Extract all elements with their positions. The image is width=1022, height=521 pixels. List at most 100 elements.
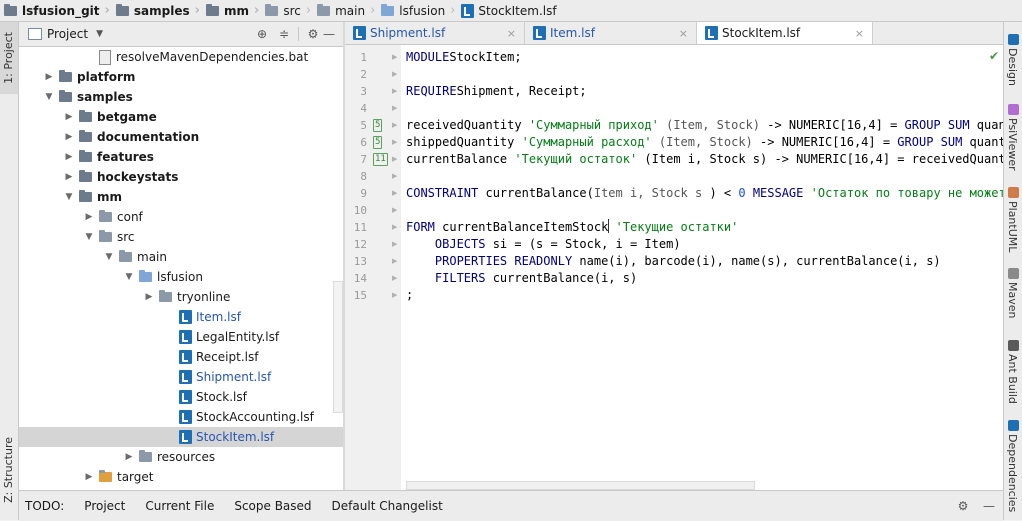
tree-item[interactable]: resolveMavenDependencies.bat: [19, 47, 343, 67]
usage-count-icon[interactable]: 5: [373, 119, 383, 132]
breadcrumb-item[interactable]: mm ›: [202, 0, 261, 21]
todo-gear-icon[interactable]: ⚙: [955, 498, 971, 514]
fold-marker-icon[interactable]: ▶: [392, 117, 398, 134]
tree-scrollbar[interactable]: [333, 281, 343, 413]
tree-item[interactable]: Stock.lsf: [19, 387, 343, 407]
tree-item[interactable]: Shipment.lsf: [19, 367, 343, 387]
lsf-file-icon: [353, 26, 366, 40]
chevron-down-icon[interactable]: ▼: [83, 232, 95, 242]
chevron-right-icon[interactable]: ▶: [43, 72, 55, 82]
code-line: receivedQuantity 'Суммарный приход' (Ite…: [406, 117, 1003, 134]
fold-marker-icon[interactable]: ▶: [392, 202, 398, 219]
lsf-file-icon: [179, 410, 192, 424]
fold-marker-icon[interactable]: ▶: [392, 236, 398, 253]
breadcrumb-item[interactable]: main ›: [313, 0, 377, 21]
code-token: MODULE: [406, 50, 450, 64]
chevron-down-icon[interactable]: ▼: [123, 272, 135, 282]
gear-icon[interactable]: ⚙: [305, 26, 321, 42]
editor-tab[interactable]: Item.lsf ×: [525, 22, 697, 44]
chevron-down-icon[interactable]: ▼: [103, 252, 115, 262]
close-icon[interactable]: ×: [507, 27, 516, 40]
close-icon[interactable]: ×: [855, 27, 864, 40]
tree-item[interactable]: LegalEntity.lsf: [19, 327, 343, 347]
todo-tab[interactable]: Current File: [135, 499, 224, 513]
project-tool-tab[interactable]: 1: Project: [2, 32, 15, 84]
fold-marker-icon[interactable]: ▶: [392, 253, 398, 270]
right-tool-tab[interactable]: PlantUML: [1006, 201, 1019, 252]
tree-item[interactable]: ▶ tryonline: [19, 287, 343, 307]
todo-tab[interactable]: Scope Based: [224, 499, 321, 513]
right-tool-tab[interactable]: Maven: [1006, 282, 1019, 318]
fold-marker-icon[interactable]: ▶: [392, 100, 398, 117]
right-tool-tab[interactable]: Ant Build: [1006, 354, 1019, 404]
chevron-right-icon[interactable]: ▶: [63, 112, 75, 122]
fold-marker-icon[interactable]: ▶: [392, 219, 398, 236]
chevron-down-icon[interactable]: ▼: [63, 192, 75, 202]
chevron-right-icon[interactable]: ▶: [83, 472, 95, 482]
editor-tab[interactable]: StockItem.lsf ×: [697, 22, 873, 44]
fold-marker-icon[interactable]: ▶: [392, 83, 398, 100]
breadcrumb-item[interactable]: lsfusion ›: [377, 0, 457, 21]
tree-item[interactable]: ▶ platform: [19, 67, 343, 87]
code-token: GROUP SUM: [904, 118, 970, 132]
tree-item[interactable]: ▼ main: [19, 247, 343, 267]
chevron-right-icon[interactable]: ▶: [143, 292, 155, 302]
right-tool-tab[interactable]: Dependencies: [1006, 434, 1019, 512]
tree-item[interactable]: Item.lsf: [19, 307, 343, 327]
breadcrumb-item[interactable]: src ›: [261, 0, 313, 21]
tree-item[interactable]: StockAccounting.lsf: [19, 407, 343, 427]
tree-item[interactable]: ▼ src: [19, 227, 343, 247]
chevron-down-icon[interactable]: ▼: [43, 92, 55, 102]
tree-item[interactable]: ▶ hockeystats: [19, 167, 343, 187]
fold-marker-icon[interactable]: ▶: [392, 185, 398, 202]
fold-marker-icon[interactable]: ▶: [392, 270, 398, 287]
collapse-all-icon[interactable]: ≑: [276, 26, 292, 42]
dropdown-arrow-icon[interactable]: ▼: [96, 29, 103, 39]
usage-count-icon[interactable]: 5: [373, 136, 383, 149]
tree-item[interactable]: ▶ documentation: [19, 127, 343, 147]
fold-marker-icon[interactable]: ▶: [392, 168, 398, 185]
usage-count-icon[interactable]: 11: [373, 153, 388, 166]
line-number: 8: [360, 170, 367, 183]
todo-hide-icon[interactable]: —: [981, 498, 997, 514]
tree-item[interactable]: ▶ target: [19, 467, 343, 487]
editor-tabs: Shipment.lsf × Item.lsf × StockItem.lsf ×: [345, 22, 1003, 45]
breadcrumb-item[interactable]: StockItem.lsf: [457, 0, 558, 21]
breadcrumb-item[interactable]: lsfusion_git ›: [0, 0, 112, 21]
line-number: 6: [360, 136, 367, 149]
breadcrumb-item[interactable]: samples ›: [112, 0, 202, 21]
close-icon[interactable]: ×: [679, 27, 688, 40]
structure-tool-tab[interactable]: Z: Structure: [2, 437, 15, 503]
fold-marker-icon[interactable]: ▶: [392, 66, 398, 83]
tree-item[interactable]: ▼ samples: [19, 87, 343, 107]
tree-item[interactable]: ▶ betgame: [19, 107, 343, 127]
tree-item[interactable]: StockItem.lsf: [19, 427, 343, 447]
tree-item[interactable]: ▼ mm: [19, 187, 343, 207]
fold-marker-icon[interactable]: ▶: [392, 287, 398, 304]
fold-marker-icon[interactable]: ▶: [392, 134, 398, 151]
chevron-right-icon[interactable]: ▶: [63, 132, 75, 142]
project-panel-title[interactable]: Project: [47, 27, 88, 41]
fold-marker-icon[interactable]: ▶: [392, 151, 398, 168]
hide-icon[interactable]: —: [321, 26, 337, 42]
right-tool-tab[interactable]: PsiViewer: [1006, 118, 1019, 171]
editor-horizontal-scrollbar[interactable]: [406, 481, 755, 490]
tree-item[interactable]: ▶ conf: [19, 207, 343, 227]
tree-item[interactable]: ▼ lsfusion: [19, 267, 343, 287]
chevron-right-icon[interactable]: ▶: [123, 452, 135, 462]
fold-marker-icon[interactable]: ▶: [392, 49, 398, 66]
locate-icon[interactable]: ⊕: [254, 26, 270, 42]
tree-item[interactable]: Receipt.lsf: [19, 347, 343, 367]
editor-tab[interactable]: Shipment.lsf ×: [345, 22, 525, 44]
right-tool-tab[interactable]: Design: [1006, 48, 1019, 86]
tree-item[interactable]: ▶ features: [19, 147, 343, 167]
tree-item[interactable]: ▶ resources: [19, 447, 343, 467]
lsf-file-icon: [461, 3, 475, 18]
todo-tab[interactable]: Project: [74, 499, 135, 513]
code-editor[interactable]: ✔ MODULEStockItem; REQUIREShipment, Recei…: [401, 45, 1003, 490]
todo-tab[interactable]: Default Changelist: [322, 499, 453, 513]
chevron-right-icon[interactable]: ▶: [63, 152, 75, 162]
editor-gutter: 1 ▶ 2 ▶ 3 ▶ 4 ▶ 5 5 ▶ 6 5 ▶ 7 11 ▶ 8 ▶ 9 ▶ 10 ▶ 11 ▶ 12 ▶ 13 ▶ 14 ▶ 15 ▶: [345, 45, 401, 490]
chevron-right-icon[interactable]: ▶: [63, 172, 75, 182]
chevron-right-icon[interactable]: ▶: [83, 212, 95, 222]
